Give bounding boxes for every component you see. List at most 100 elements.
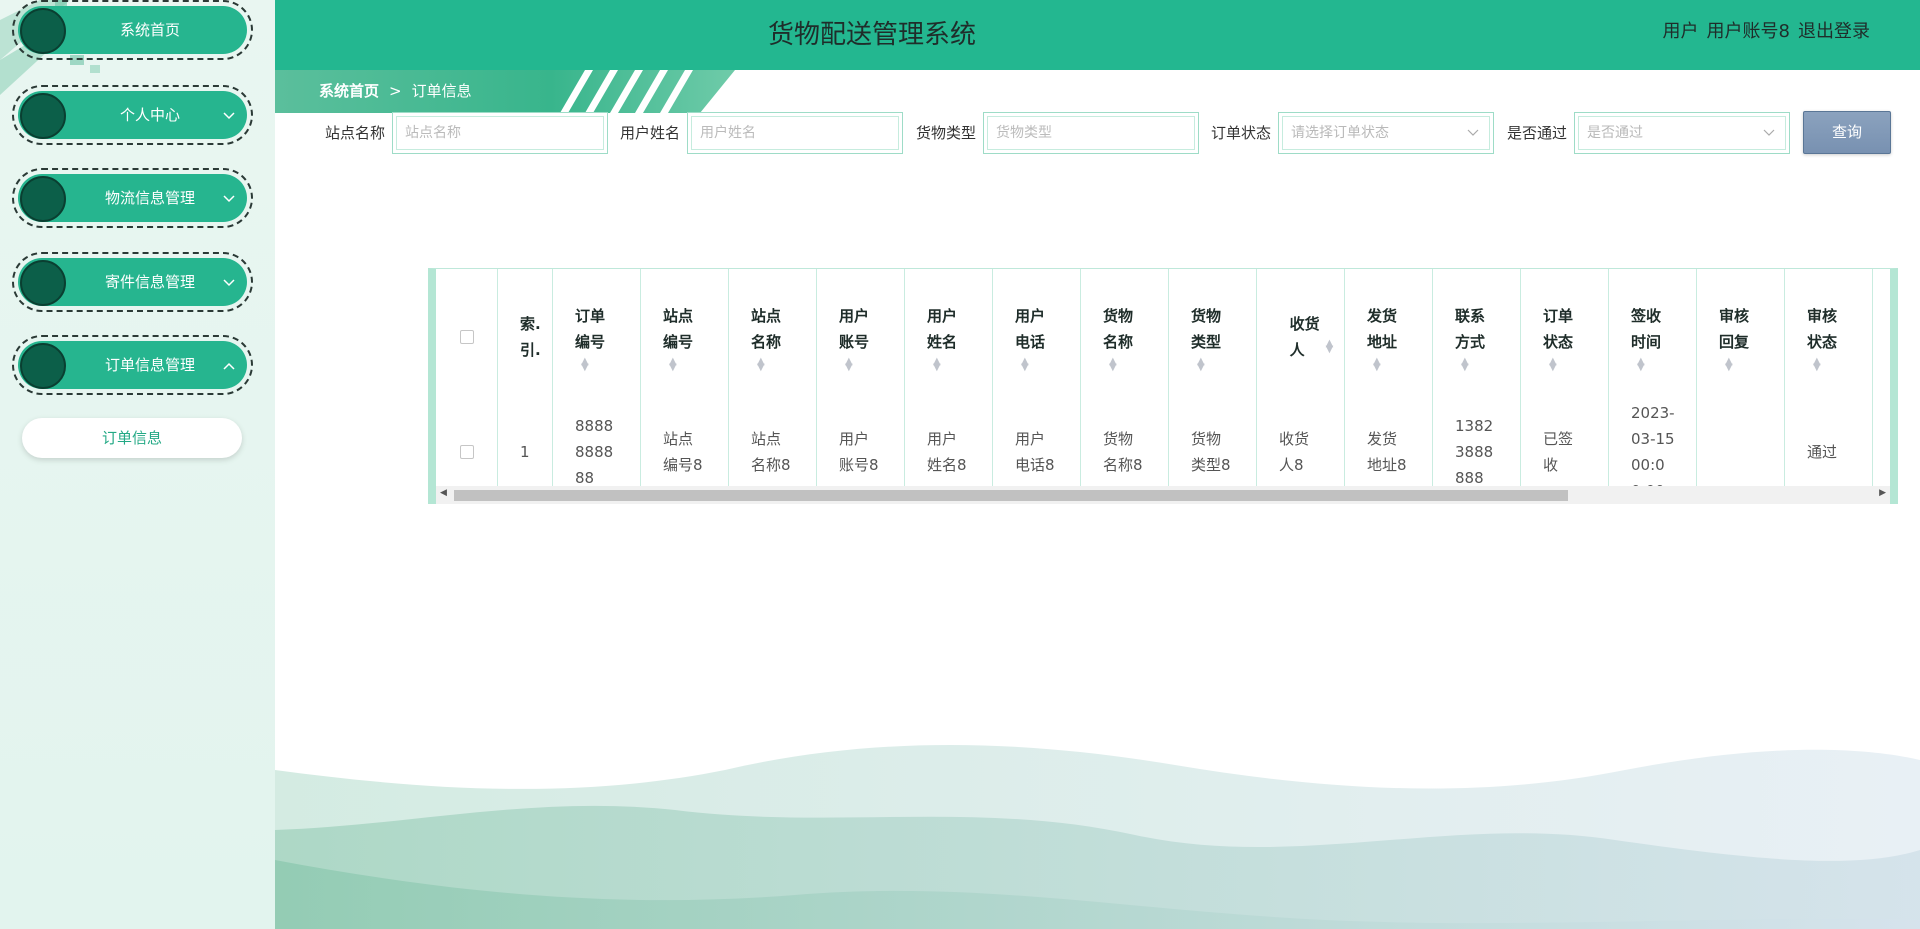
- cell-goods-type: 货物类型8: [1169, 405, 1257, 496]
- sort-icon[interactable]: ▲ ▼: [1461, 357, 1469, 373]
- header-contact[interactable]: 联系方式 ▲ ▼: [1433, 269, 1521, 405]
- sidebar-item-label: 个人中心: [119, 106, 180, 124]
- sort-icon[interactable]: ▲ ▼: [1373, 357, 1381, 373]
- sort-icon[interactable]: ▲ ▼: [1549, 357, 1557, 373]
- app-title: 货物配送管理系统: [768, 20, 977, 50]
- sidebar-subitem-order-info[interactable]: 订单信息: [22, 418, 242, 458]
- order-table: 索.引. 订单编号 ▲ ▼ 站点编号 ▲ ▼ 站点名称 ▲ ▼ 用户账号 ▲ ▼ 用户姓名 ▲ ▼ …: [428, 268, 1898, 504]
- cell-ship-addr: 发货地址8: [1345, 405, 1433, 496]
- select-all-checkbox[interactable]: [459, 330, 474, 344]
- approval-select[interactable]: 是否通过: [1574, 112, 1790, 154]
- query-button[interactable]: 查询: [1803, 111, 1891, 154]
- cell-sign-time: 2023-03-15 00:00:00: [1609, 404, 1697, 496]
- goods-type-field: [983, 112, 1199, 154]
- horizontal-scrollbar[interactable]: ◀ ▶: [428, 486, 1898, 504]
- header-order-status[interactable]: 订单状态 ▲ ▼: [1521, 269, 1609, 405]
- header-sign-time[interactable]: 签收时间 ▲ ▼: [1609, 269, 1697, 405]
- order-status-placeholder: 请选择订单状态: [1291, 125, 1389, 141]
- chevron-down-icon: [223, 254, 235, 310]
- sort-icon[interactable]: ▲ ▼: [1813, 357, 1821, 373]
- sidebar: 系统首页 个人中心 物流信息管理 寄件信息管理 订单信息管理 订单信息: [0, 0, 275, 929]
- approval-label: 是否通过: [1507, 124, 1568, 142]
- cell-overflow: [1873, 405, 1890, 496]
- header-station-no[interactable]: 站点编号 ▲ ▼: [641, 269, 729, 405]
- breadcrumb-bar: 系统首页 > 订单信息: [275, 70, 735, 113]
- sort-icon[interactable]: ▲ ▼: [1197, 357, 1205, 373]
- header-overflow-cell: [1873, 269, 1890, 405]
- breadcrumb-separator: >: [389, 82, 402, 100]
- table-header-row: 索.引. 订单编号 ▲ ▼ 站点编号 ▲ ▼ 站点名称 ▲ ▼ 用户账号 ▲ ▼ 用户姓名 ▲ ▼ …: [436, 269, 1890, 405]
- cell-order-no: 88888888 88: [553, 405, 641, 496]
- header-user-phone[interactable]: 用户电话 ▲ ▼: [993, 269, 1081, 405]
- menu-dot-icon: [20, 176, 66, 222]
- breadcrumb-home[interactable]: 系统首页: [319, 82, 379, 100]
- sidebar-item-label: 寄件信息管理: [104, 273, 195, 291]
- station-name-input[interactable]: [405, 117, 603, 149]
- cell-user-phone: 用户电话8: [993, 405, 1081, 496]
- user-account: 用户账号8: [1706, 21, 1790, 42]
- header-index: 索.引.: [498, 269, 553, 405]
- sort-icon[interactable]: ▲ ▼: [1725, 357, 1733, 373]
- header-order-no[interactable]: 订单编号 ▲ ▼: [553, 269, 641, 405]
- row-checkbox[interactable]: [459, 445, 474, 459]
- scroll-right-icon[interactable]: ▶: [1879, 488, 1886, 498]
- sort-icon[interactable]: ▲ ▼: [933, 357, 941, 373]
- sort-icon[interactable]: ▲ ▼: [581, 357, 589, 373]
- sidebar-item-label: 订单信息管理: [104, 356, 195, 374]
- cell-user-name: 用户姓名8: [905, 405, 993, 496]
- user-role: 用户: [1662, 21, 1699, 42]
- breadcrumb: 系统首页 > 订单信息: [319, 70, 472, 113]
- cell-station-name: 站点名称8: [729, 405, 817, 496]
- header-receiver[interactable]: 收货人 ▲ ▼: [1257, 269, 1345, 405]
- header-station-name[interactable]: 站点名称 ▲ ▼: [729, 269, 817, 405]
- approval-placeholder: 是否通过: [1587, 125, 1643, 141]
- menu-dot-icon: [20, 8, 66, 54]
- sort-icon[interactable]: ▲ ▼: [1637, 357, 1645, 373]
- logout-link[interactable]: 退出登录: [1798, 21, 1870, 42]
- sidebar-item-shipping[interactable]: 寄件信息管理: [12, 252, 253, 312]
- sidebar-item-label: 系统首页: [119, 21, 180, 39]
- header-user-name[interactable]: 用户姓名 ▲ ▼: [905, 269, 993, 405]
- header-goods-name[interactable]: 货物名称 ▲ ▼: [1081, 269, 1169, 405]
- sort-icon[interactable]: ▲ ▼: [669, 357, 677, 373]
- chevron-down-icon: [1467, 117, 1479, 149]
- sidebar-item-orders[interactable]: 订单信息管理: [12, 335, 253, 395]
- menu-dot-icon: [20, 260, 66, 306]
- sidebar-item-personal-center[interactable]: 个人中心: [12, 85, 253, 145]
- breadcrumb-current: 订单信息: [411, 82, 472, 100]
- menu-dot-icon: [20, 343, 66, 389]
- sort-icon[interactable]: ▲ ▼: [1326, 339, 1334, 355]
- chevron-down-icon: [223, 170, 235, 226]
- cell-order-status: 已签收: [1521, 405, 1609, 496]
- top-header: 货物配送管理系统 用户 用户账号8 退出登录: [275, 0, 1920, 70]
- sort-icon[interactable]: ▲ ▼: [1021, 357, 1029, 373]
- header-ship-addr[interactable]: 发货地址 ▲ ▼: [1345, 269, 1433, 405]
- table-row: 1 88888888 88 站点编号8 站点名称8 用户账号8 用户姓名8 用户…: [436, 404, 1890, 496]
- goods-type-input[interactable]: [996, 117, 1194, 149]
- cell-user-account: 用户账号8: [817, 405, 905, 496]
- header-review-reply[interactable]: 审核回复 ▲ ▼: [1697, 269, 1785, 405]
- user-area: 用户 用户账号8 退出登录: [1655, 0, 1870, 64]
- header-review-status[interactable]: 审核状态 ▲ ▼: [1785, 269, 1873, 405]
- station-name-label: 站点名称: [325, 124, 386, 142]
- header-user-account[interactable]: 用户账号 ▲ ▼: [817, 269, 905, 405]
- cell-review-reply: [1697, 405, 1785, 496]
- cell-goods-name: 货物名称8: [1081, 405, 1169, 496]
- goods-type-label: 货物类型: [916, 124, 977, 142]
- user-name-label: 用户姓名: [620, 124, 681, 142]
- sidebar-item-home[interactable]: 系统首页: [12, 0, 253, 60]
- header-goods-type[interactable]: 货物类型 ▲ ▼: [1169, 269, 1257, 405]
- user-name-input[interactable]: [700, 117, 898, 149]
- cell-receiver: 收货人8: [1257, 405, 1345, 496]
- menu-dot-icon: [20, 93, 66, 139]
- background-waves: [275, 745, 1920, 929]
- sort-icon[interactable]: ▲ ▼: [845, 357, 853, 373]
- scroll-left-icon[interactable]: ◀: [440, 488, 447, 498]
- sort-icon[interactable]: ▲ ▼: [1109, 357, 1117, 373]
- sidebar-item-logistics[interactable]: 物流信息管理: [12, 168, 253, 228]
- chevron-down-icon: [1763, 117, 1775, 149]
- cell-contact: 13823888888: [1433, 405, 1521, 496]
- order-status-select[interactable]: 请选择订单状态: [1278, 112, 1494, 154]
- scrollbar-thumb[interactable]: [454, 490, 1568, 501]
- sort-icon[interactable]: ▲ ▼: [757, 357, 765, 373]
